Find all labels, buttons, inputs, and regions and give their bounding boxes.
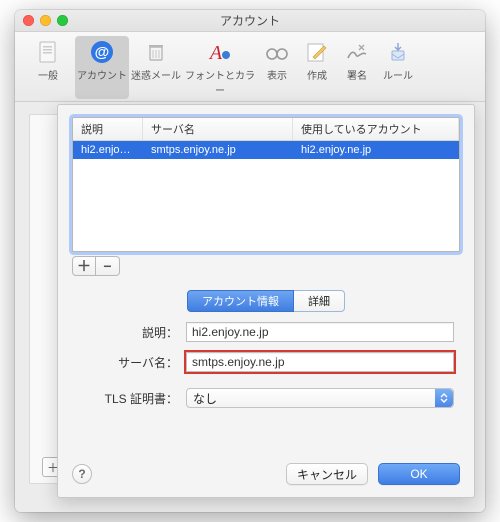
cell-account: hi2.enjoy.ne.jp (293, 144, 459, 156)
toolbar-label: 表示 (267, 67, 287, 82)
toolbar-label: 署名 (347, 67, 367, 82)
account-info-form: 説明： サーバ名： TLS 証明書： なし (72, 322, 460, 408)
smtp-server-sheet: 説明 サーバ名 使用しているアカウント hi2.enjoy.... smtps.… (57, 104, 475, 498)
sheet-footer: ? キャンセル OK (72, 449, 460, 485)
cell-description: hi2.enjoy.... (73, 144, 143, 156)
trash-icon (142, 39, 170, 65)
at-icon: @ (88, 39, 116, 65)
toolbar-label: 一般 (38, 67, 58, 82)
page-icon (34, 39, 62, 65)
toolbar-label: アカウント (77, 67, 127, 82)
toolbar-label: フォントとカラー (183, 67, 257, 97)
font-icon: A (206, 39, 234, 65)
remove-server-button[interactable]: − (96, 256, 120, 276)
table-header: 説明 サーバ名 使用しているアカウント (73, 118, 459, 141)
toolbar-label: 迷惑メール (131, 67, 181, 82)
col-account[interactable]: 使用しているアカウント (293, 118, 459, 140)
preferences-window: アカウント 一般 @ アカウント 迷惑メール A フォントとカラー (15, 10, 485, 512)
col-server[interactable]: サーバ名 (143, 118, 293, 140)
table-row[interactable]: hi2.enjoy.... smtps.enjoy.ne.jp hi2.enjo… (73, 141, 459, 159)
toolbar-composing[interactable]: 作成 (297, 36, 337, 99)
description-label: 説明： (78, 324, 178, 341)
toolbar-signatures[interactable]: 署名 (337, 36, 377, 99)
tls-certificate-select[interactable]: なし (186, 388, 454, 408)
toolbar-accounts[interactable]: @ アカウント (75, 36, 129, 99)
toolbar-fonts[interactable]: A フォントとカラー (183, 36, 257, 99)
rules-icon (384, 39, 412, 65)
compose-icon (303, 39, 331, 65)
svg-text:A: A (208, 42, 223, 63)
server-name-field[interactable] (186, 352, 454, 372)
toolbar-general[interactable]: 一般 (21, 36, 75, 99)
cancel-button[interactable]: キャンセル (286, 463, 368, 485)
col-description[interactable]: 説明 (73, 118, 143, 140)
add-server-button[interactable]: ＋ (72, 256, 96, 276)
titlebar: アカウント (15, 10, 485, 32)
toolbar-junk[interactable]: 迷惑メール (129, 36, 183, 99)
tls-label: TLS 証明書： (78, 390, 178, 407)
toolbar-viewing[interactable]: 表示 (257, 36, 297, 99)
ok-button[interactable]: OK (378, 463, 460, 485)
preferences-toolbar: 一般 @ アカウント 迷惑メール A フォントとカラー 表示 (15, 32, 485, 102)
table-body: hi2.enjoy.... smtps.enjoy.ne.jp hi2.enjo… (73, 141, 459, 251)
window-title: アカウント (15, 12, 485, 29)
tls-selected-value: なし (193, 390, 217, 407)
glasses-icon (263, 39, 291, 65)
tab-advanced[interactable]: 詳細 (294, 290, 345, 312)
help-button[interactable]: ? (72, 464, 92, 484)
cell-server: smtps.enjoy.ne.jp (143, 144, 293, 156)
description-field[interactable] (186, 322, 454, 342)
server-table[interactable]: 説明 サーバ名 使用しているアカウント hi2.enjoy.... smtps.… (72, 117, 460, 252)
tab-account-info[interactable]: アカウント情報 (187, 290, 294, 312)
window-body: ＋ − 説明 サーバ名 使用しているアカウント (15, 102, 485, 512)
toolbar-rules[interactable]: ルール (377, 36, 419, 99)
svg-text:@: @ (95, 44, 110, 61)
segmented-control: アカウント情報 詳細 (72, 290, 460, 312)
server-name-label: サーバ名： (78, 354, 178, 371)
toolbar-label: 作成 (307, 67, 327, 82)
chevron-updown-icon (435, 389, 453, 407)
toolbar-label: ルール (383, 67, 413, 82)
signature-icon (343, 39, 371, 65)
add-remove-group: ＋ − (72, 256, 460, 276)
